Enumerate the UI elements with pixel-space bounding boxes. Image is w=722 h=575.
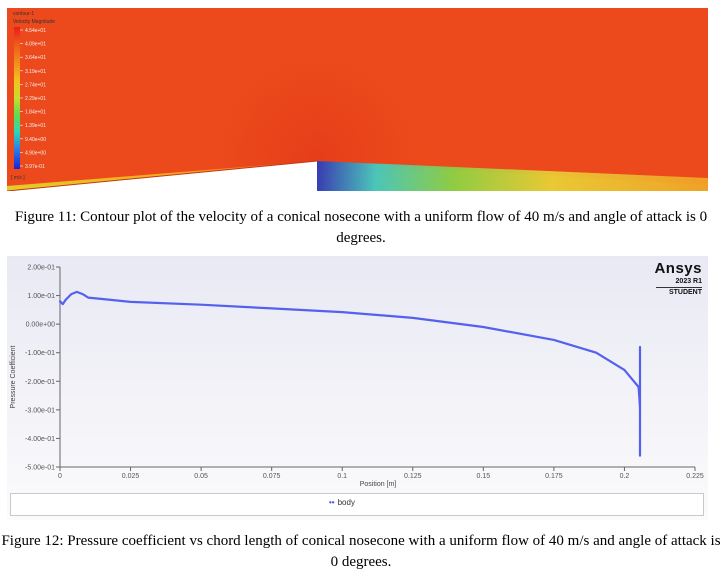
ansys-brand: Ansys <box>654 260 702 277</box>
x-tick-label: 0.075 <box>263 473 281 480</box>
figure-12-caption: Figure 12: Pressure coefficient vs chord… <box>1 533 721 570</box>
x-tick-label: 0.025 <box>122 473 140 480</box>
x-tick-label: 0.225 <box>686 473 704 480</box>
pressure-coefficient-figure: 2.00e-01 1.00e-01 0.00e+00 -1.00e-01 -2.00e-… <box>7 256 708 520</box>
y-tick-label: 1.00e-01 <box>27 293 55 300</box>
x-tick-label: 0.15 <box>477 473 491 480</box>
legend-label: body <box>337 498 355 507</box>
legend-marker: •• <box>329 498 335 507</box>
wake-fade-overlay <box>7 8 708 191</box>
y-tick-label: -3.00e-01 <box>25 407 55 414</box>
legend-item-body: •• body <box>329 498 355 507</box>
y-tick-label: 2.00e-01 <box>27 265 55 272</box>
colorbar-level-label: 2.29e+01 <box>25 96 46 102</box>
ansys-edition: STUDENT <box>668 289 702 296</box>
x-tick-label: 0.125 <box>404 473 422 480</box>
colorbar-level-label: 3.19e+01 <box>25 69 46 75</box>
colorbar-level-label: 1.39e+01 <box>25 123 46 129</box>
colorbar-level-label: 2.74e+01 <box>25 82 46 88</box>
y-tick-label: -5.00e-01 <box>25 465 55 472</box>
colorbar-level-label: 3.97e-01 <box>25 164 45 170</box>
x-axis-label: Position [m] <box>360 481 397 488</box>
ansys-separator <box>656 287 702 288</box>
plot-series <box>58 290 642 457</box>
colorbar-level-label: 1.84e+01 <box>25 110 46 116</box>
x-tick-label: 0.05 <box>194 473 208 480</box>
velocity-contour-plot: contour-1 Velocity Magnitude 4.54e+01 4.0… <box>7 8 708 191</box>
series-line-body <box>58 290 642 409</box>
x-tick-label: 0.1 <box>337 473 347 480</box>
contour-unit: [ m/s ] <box>11 175 25 181</box>
colorbar-level-label: 4.54e+01 <box>25 28 46 34</box>
pressure-coefficient-plot: 2.00e-01 1.00e-01 0.00e+00 -1.00e-01 -2.00e-… <box>10 265 704 489</box>
colorbar-level-label: 4.90e+00 <box>25 150 46 156</box>
y-tick-label: 0.00e+00 <box>26 322 55 329</box>
plot-axes: 2.00e-01 1.00e-01 0.00e+00 -1.00e-01 -2.00e-… <box>25 265 704 481</box>
figure-11-caption: Figure 11: Contour plot of the velocity … <box>14 209 708 246</box>
x-tick-label: 0 <box>58 473 62 480</box>
contour-subtitle: Velocity Magnitude <box>13 19 55 25</box>
y-axis-label: Pressure Coefficient <box>10 345 17 408</box>
x-tick-label: 0.2 <box>620 473 630 480</box>
colorbar <box>14 27 20 169</box>
colorbar-level-label: 4.09e+01 <box>25 42 46 48</box>
y-tick-label: -2.00e-01 <box>25 379 55 386</box>
colorbar-level-label: 9.40e+00 <box>25 137 46 143</box>
ansys-version: 2023 R1 <box>675 278 702 285</box>
plot-legend: •• body <box>10 493 704 516</box>
y-tick-label: -1.00e-01 <box>25 350 55 357</box>
y-tick-label: -4.00e-01 <box>25 436 55 443</box>
contour-title: contour-1 <box>13 11 34 17</box>
colorbar-level-label: 3.64e+01 <box>25 55 46 61</box>
velocity-contour-figure: contour-1 Velocity Magnitude 4.54e+01 4.0… <box>7 8 708 191</box>
ansys-logo: Ansys 2023 R1 STUDENT <box>654 260 702 296</box>
x-tick-label: 0.175 <box>545 473 563 480</box>
